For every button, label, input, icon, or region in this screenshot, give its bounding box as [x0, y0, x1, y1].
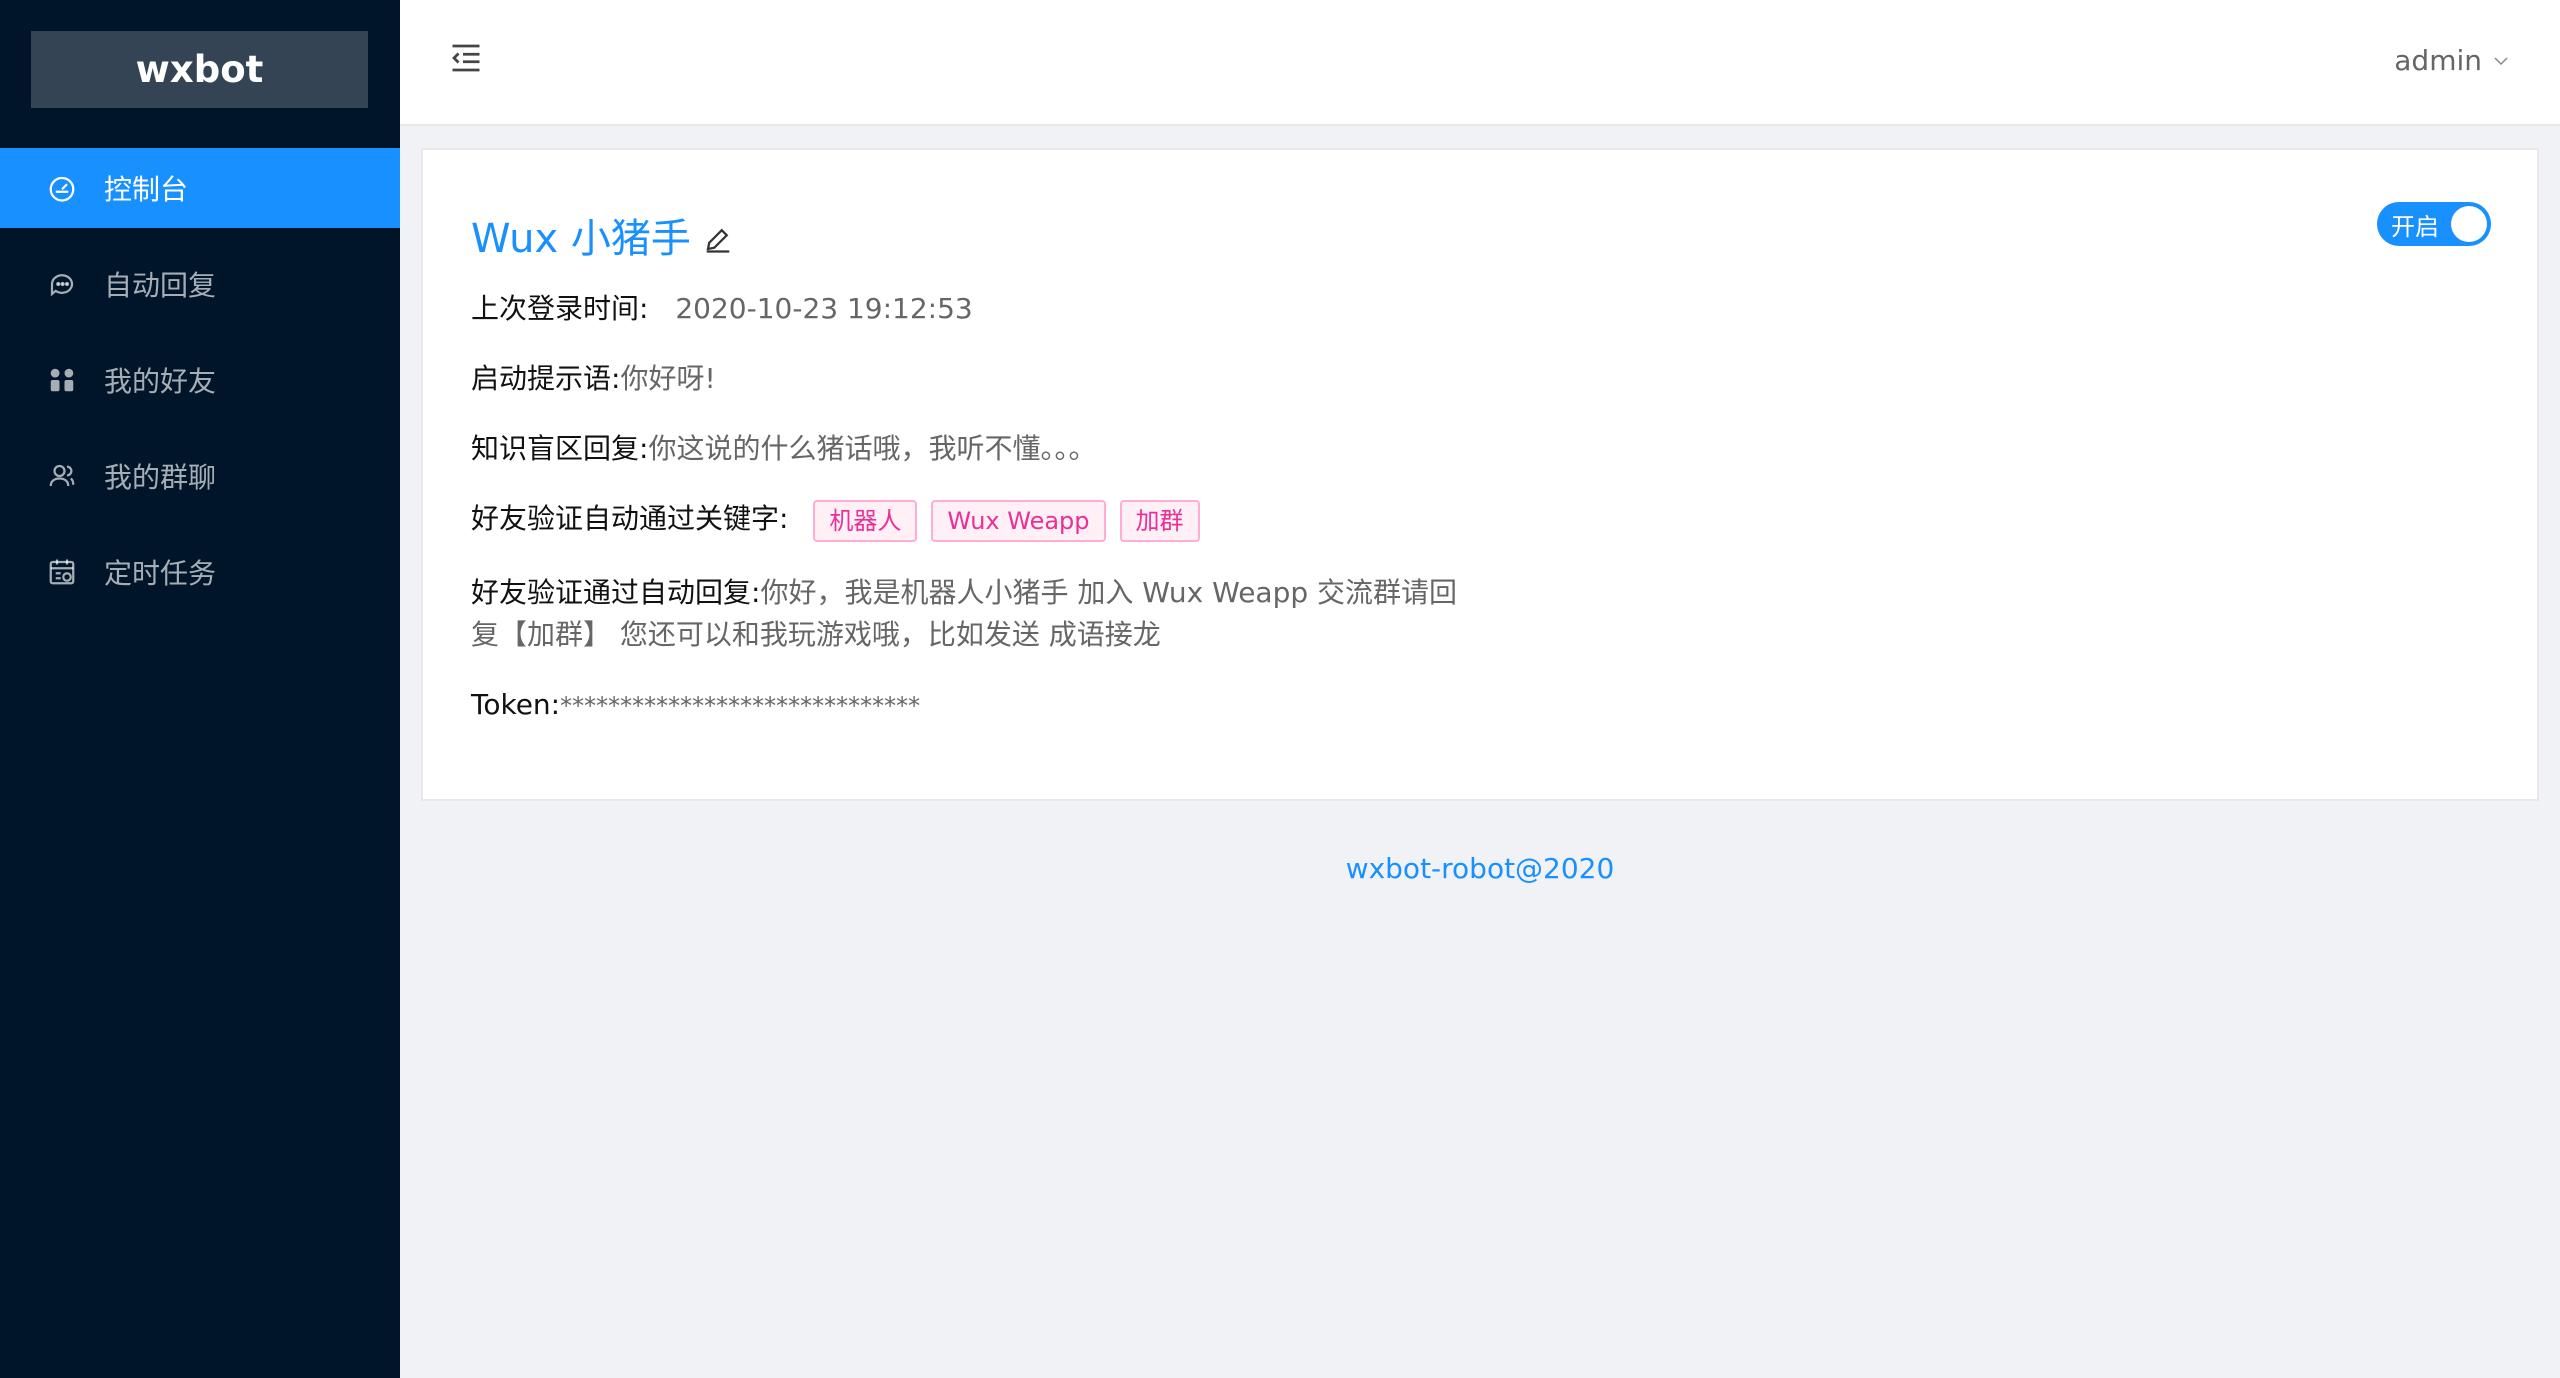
sidebar-item-friends[interactable]: 我的好友: [0, 340, 400, 420]
keyword-tag: Wux Weapp: [931, 499, 1106, 542]
token-row: Token:******************************: [471, 684, 920, 727]
footer-text: wxbot-robot@2020: [1345, 852, 1615, 885]
keyword-tag: 机器人: [813, 499, 918, 542]
greeting-row: 启动提示语:你好呀!: [471, 358, 716, 400]
team-icon: [46, 460, 78, 492]
switch-label: 开启: [2391, 212, 2439, 241]
last-login-value: 2020-10-23 19:12:53: [675, 292, 973, 325]
token-value: ******************************: [560, 692, 921, 720]
switch-knob: [2451, 206, 2487, 242]
last-login-label: 上次登录时间:: [471, 292, 649, 325]
card-title-row: Wux 小猪手: [471, 206, 733, 264]
greeting-value: 你好呀!: [620, 362, 716, 395]
edit-icon[interactable]: [703, 224, 733, 254]
appstore-icon: [46, 364, 78, 396]
username: admin: [2394, 44, 2482, 77]
keywords-row: 好友验证自动通过关键字: 机器人 Wux Weapp 加群: [471, 498, 1214, 542]
bot-info-card: Wux 小猪手 开启 上次登录时间: 2020-10-23 19:12:53 启…: [421, 148, 2539, 801]
sidebar-item-label: 自动回复: [104, 269, 217, 302]
app-logo: wxbot: [31, 31, 368, 108]
sidebar-item-groups[interactable]: 我的群聊: [0, 436, 400, 516]
sidebar-item-label: 控制台: [104, 173, 189, 206]
menu-fold-icon[interactable]: [448, 40, 484, 76]
unknown-reply-label: 知识盲区回复:: [471, 432, 649, 465]
sidebar-item-auto-reply[interactable]: 自动回复: [0, 244, 400, 324]
bot-name: Wux 小猪手: [471, 216, 691, 262]
unknown-reply-value: 你这说的什么猪话哦，我听不懂。。。: [648, 432, 1097, 465]
sidebar-item-label: 定时任务: [104, 557, 217, 590]
bot-status-switch[interactable]: 开启: [2377, 202, 2491, 246]
sidebar-item-schedule[interactable]: 定时任务: [0, 532, 400, 612]
keyword-tag: 加群: [1119, 499, 1200, 542]
greeting-label: 启动提示语:: [471, 362, 621, 395]
last-login-row: 上次登录时间: 2020-10-23 19:12:53: [471, 288, 973, 330]
sidebar: wxbot 控制台 自动回复 我的好友 我的群聊 定时任务: [0, 0, 400, 1378]
user-menu[interactable]: admin: [2394, 44, 2510, 77]
auto-reply-row: 好友验证通过自动回复:你好，我是机器人小猪手 加入 Wux Weapp 交流群请…: [471, 572, 1481, 656]
message-icon: [46, 268, 78, 300]
unknown-reply-row: 知识盲区回复:你这说的什么猪话哦，我听不懂。。。: [471, 428, 1096, 470]
token-label: Token:: [471, 688, 561, 721]
top-header: admin: [400, 0, 2560, 126]
sidebar-menu: 控制台 自动回复 我的好友 我的群聊 定时任务: [0, 148, 400, 628]
keywords-label: 好友验证自动通过关键字:: [471, 502, 789, 535]
chevron-down-icon: [2494, 56, 2508, 65]
sidebar-item-label: 我的群聊: [104, 461, 217, 494]
dashboard-icon: [46, 172, 78, 204]
schedule-icon: [46, 556, 78, 588]
sidebar-item-label: 我的好友: [104, 365, 217, 398]
sidebar-item-dashboard[interactable]: 控制台: [0, 148, 400, 228]
keyword-tags: 机器人 Wux Weapp 加群: [813, 499, 1213, 542]
auto-reply-label: 好友验证通过自动回复:: [471, 576, 761, 609]
